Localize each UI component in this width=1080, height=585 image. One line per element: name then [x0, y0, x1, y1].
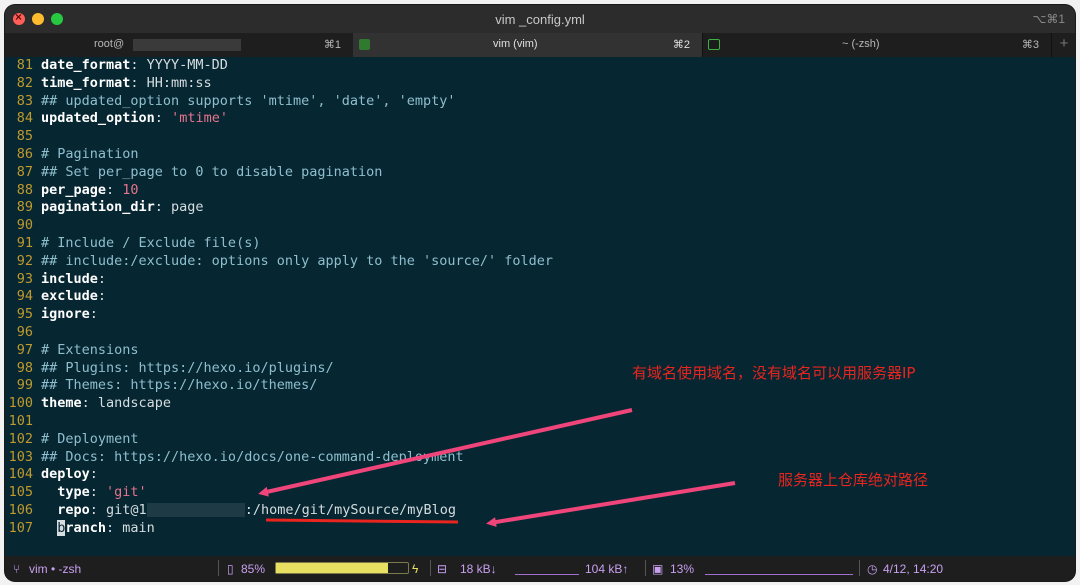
- path-underline: [265, 518, 459, 524]
- arrow-to-repo-path: [486, 481, 736, 527]
- annotation-arrows: [258, 408, 736, 527]
- arrow-to-repo-host: [258, 408, 633, 497]
